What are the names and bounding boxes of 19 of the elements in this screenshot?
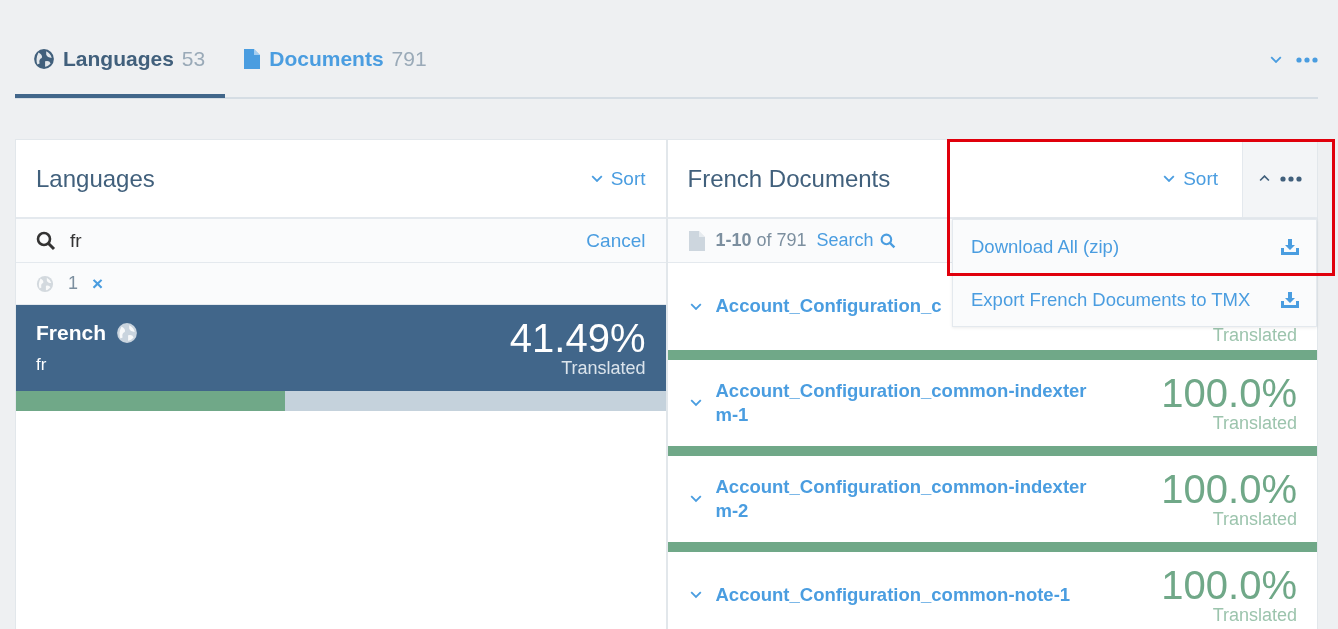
document-name: Account_Configuration_common-indexterm-1 bbox=[715, 378, 1088, 427]
percent-translated: 41.49% bbox=[509, 317, 646, 358]
percent-translated: 100.0% bbox=[1161, 372, 1297, 413]
panel-title: French Documents bbox=[687, 164, 891, 193]
translated-caption: Translated bbox=[1212, 508, 1297, 530]
document-name: Account_Configuration_common-note-1 bbox=[715, 582, 1071, 607]
filter-count: 1 bbox=[68, 273, 78, 294]
document-name: Account_Configuration_c bbox=[715, 294, 942, 319]
translated-caption: Translated bbox=[561, 357, 646, 379]
percent-translated: 100.0% bbox=[1161, 468, 1297, 509]
language-code: fr bbox=[36, 355, 48, 375]
translated-caption: Translated bbox=[1212, 604, 1297, 626]
translated-caption: Translated bbox=[1212, 325, 1297, 346]
panel-title: Languages bbox=[36, 164, 155, 193]
translated-caption: Translated bbox=[1212, 412, 1297, 434]
document-name: Account_Configuration_common-indexterm-2 bbox=[715, 474, 1088, 523]
language-name: French bbox=[36, 321, 106, 345]
page-range: 1-10 of 791 bbox=[715, 230, 807, 251]
percent-translated: 100.0% bbox=[1161, 564, 1297, 605]
